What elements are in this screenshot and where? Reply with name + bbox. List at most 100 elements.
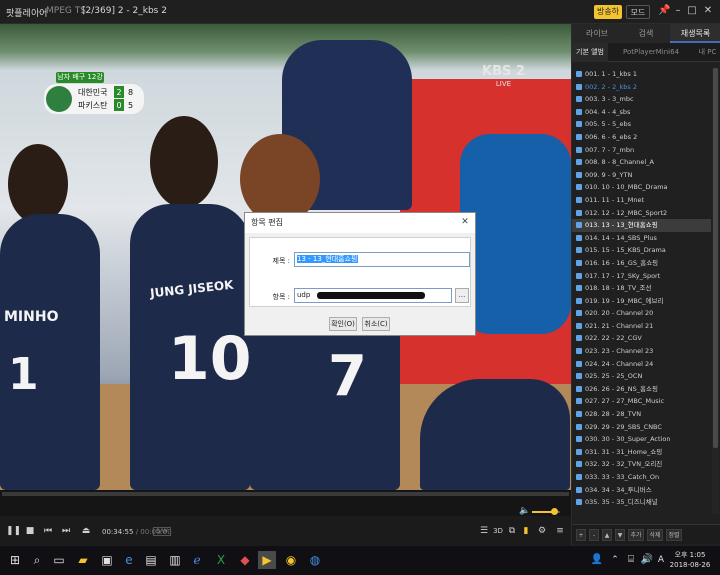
frame-icon[interactable]: ☰ [478,525,490,537]
next-icon[interactable]: ⏭ [60,525,72,537]
previous-icon[interactable]: ⏮ [42,525,54,537]
playlist-item[interactable]: 011. 11 - 11_Mnet [572,194,711,207]
playlist-item[interactable]: 005. 5 - 5_ebs [572,118,711,131]
broadcast-button[interactable]: 방송하기 [594,5,622,30]
tab-search[interactable]: 검색 [622,24,670,43]
playlist-item[interactable]: 004. 4 - 4_sbs [572,106,711,119]
playlist-item[interactable]: 026. 26 - 26_NS_홈쇼핑 [572,383,711,396]
playlist-item[interactable]: 007. 7 - 7_mbn [572,144,711,157]
menu-icon[interactable]: ≡ [554,525,566,537]
sort-button[interactable]: 정렬 [666,529,682,541]
ok-button[interactable]: 확인(O) [329,317,357,331]
volume-slider[interactable] [532,508,560,515]
store-icon[interactable]: ▣ [98,551,116,569]
cancel-button[interactable]: 취소(C) [362,317,390,331]
search-icon[interactable]: ⌕ [28,551,46,569]
capture-icon[interactable]: ⧉ [506,525,518,537]
playlist-item-label: 027. 27 - 27_MBC_Music [585,397,665,406]
title-bar[interactable]: 팟플레이어 ⌄ MPEG TS [2/369] 2 - 2_kbs 2 방송하기… [0,0,720,30]
stop-icon[interactable]: ■ [24,525,36,537]
add-icon[interactable]: + [576,529,586,541]
file-explorer-icon[interactable]: ▰ [74,551,92,569]
subtab-potplayermini64[interactable]: PotPlayerMini64 [610,43,692,62]
kakaotalk-icon[interactable]: ◉ [282,551,300,569]
app-icon[interactable]: ▤ [142,551,160,569]
playlist-item[interactable]: 028. 28 - 28_TVN [572,408,711,421]
move-down-icon[interactable]: ▼ [615,529,625,541]
volume-icon[interactable]: 🔈 [519,506,530,516]
playlist-item[interactable]: 006. 6 - 6_ebs 2 [572,131,711,144]
volume-knob[interactable] [551,508,559,515]
dialog-close-icon[interactable]: ✕ [459,216,471,228]
pin-icon[interactable]: 📌 [658,5,670,17]
playlist-item[interactable]: 020. 20 - Channel 20 [572,307,711,320]
subtab-my-pc[interactable]: 내 PC [694,43,720,62]
move-up-icon[interactable]: ▲ [602,529,612,541]
eject-icon[interactable]: ⏏ [80,525,92,537]
title-field[interactable]: 13 - 13_현대홈쇼핑 [294,252,470,267]
playlist-item[interactable]: 013. 13 - 13_현대홈쇼핑 [572,219,711,232]
browse-button[interactable]: ... [455,288,469,303]
system-clock[interactable]: 오후 1:05 2018-08-26 [666,550,714,570]
stream-icon [576,146,582,153]
playlist-item[interactable]: 010. 10 - 10_MBC_Drama [572,181,711,194]
playlist-item[interactable]: 024. 24 - Channel 24 [572,358,711,371]
app-icon[interactable]: ▥ [166,551,184,569]
pause-icon[interactable]: ❚❚ [6,525,21,537]
playlist-item[interactable]: 029. 29 - 29_SBS_CNBC [572,421,711,434]
playlist-item[interactable]: 009. 9 - 9_YTN [572,169,711,182]
people-icon[interactable]: 👤 [588,551,606,569]
settings-icon[interactable]: ⚙ [536,525,548,537]
sw-badge[interactable]: S/W [153,527,171,536]
edge-icon[interactable]: e [120,551,138,569]
task-view-icon[interactable]: ▭ [50,551,68,569]
playlist-item[interactable]: 030. 30 - 30_Super_Action [572,433,711,446]
tab-playlist[interactable]: 재생목록 [670,24,720,43]
playlist-item[interactable]: 025. 25 - 25_OCN [572,370,711,383]
mode-button[interactable]: 모드 [626,5,650,19]
playlist-item[interactable]: 001. 1 - 1_kbs 1 [572,68,711,81]
windows-start-icon[interactable]: ⊞ [6,551,24,569]
playlist-item[interactable]: 016. 16 - 16_GS_홈쇼핑 [572,257,711,270]
playlist-item-label: 014. 14 - 14_SBS_Plus [585,233,657,242]
item-field[interactable]: udp [294,288,452,303]
playlist-item[interactable]: 012. 12 - 12_MBC_Sport2 [572,207,711,220]
maximize-icon[interactable]: □ [686,5,698,17]
remove-icon[interactable]: - [589,529,599,541]
playlist-item[interactable]: 018. 18 - 18_TV_조선 [572,282,711,295]
delete-button[interactable]: 삭제 [647,529,663,541]
app-icon[interactable]: ◆ [236,551,254,569]
tab-live[interactable]: 라이브 [572,24,622,43]
playlist-item[interactable]: 014. 14 - 14_SBS_Plus [572,232,711,245]
subtab-default-album[interactable]: 기본 앨범 [572,43,608,62]
jersey-number-left: 1 [8,349,39,400]
playlist-item[interactable]: 019. 19 - 19_MBC_에브리 [572,295,711,308]
playlist-item[interactable]: 031. 31 - 31_Home_쇼핑 [572,446,711,459]
excel-icon[interactable]: X [212,551,230,569]
scrollbar-thumb[interactable] [713,68,718,448]
potplayer-icon[interactable]: ▶ [258,551,276,569]
3d-icon[interactable]: 3D [492,525,504,537]
ie-icon[interactable]: ℯ [188,551,206,569]
playlist-item[interactable]: 008. 8 - 8_Channel_A [572,156,711,169]
chevron-down-icon[interactable]: ⌄ [36,6,44,16]
playlist-item[interactable]: 035. 35 - 35_디즈니채널 [572,496,711,509]
app-icon[interactable]: ◍ [306,551,324,569]
playlist-item[interactable]: 017. 17 - 17_SKy_Sport [572,270,711,283]
add-button[interactable]: 추가 [628,529,644,541]
playlist-item[interactable]: 021. 21 - Channel 21 [572,320,711,333]
minimize-icon[interactable]: – [672,5,684,17]
playlist-scrollbar[interactable] [712,68,719,514]
playlist-item[interactable]: 015. 15 - 15_KBS_Drama [572,244,711,257]
seek-bar[interactable] [2,492,569,496]
playlist-item[interactable]: 003. 3 - 3_mbc [572,93,711,106]
close-icon[interactable]: ✕ [702,5,714,17]
playlist-item[interactable]: 002. 2 - 2_kbs 2 [572,81,711,94]
playlist-item[interactable]: 034. 34 - 34_투니버스 [572,484,711,497]
playlist-item[interactable]: 027. 27 - 27_MBC_Music [572,395,711,408]
playlist-item[interactable]: 033. 33 - 33_Catch_On [572,471,711,484]
playlist-toggle-icon[interactable]: ▮ [520,525,532,537]
playlist-item[interactable]: 023. 23 - Channel 23 [572,345,711,358]
playlist-item[interactable]: 032. 32 - 32_TVN_오리진 [572,458,711,471]
playlist-item[interactable]: 022. 22 - 22_CGV [572,332,711,345]
